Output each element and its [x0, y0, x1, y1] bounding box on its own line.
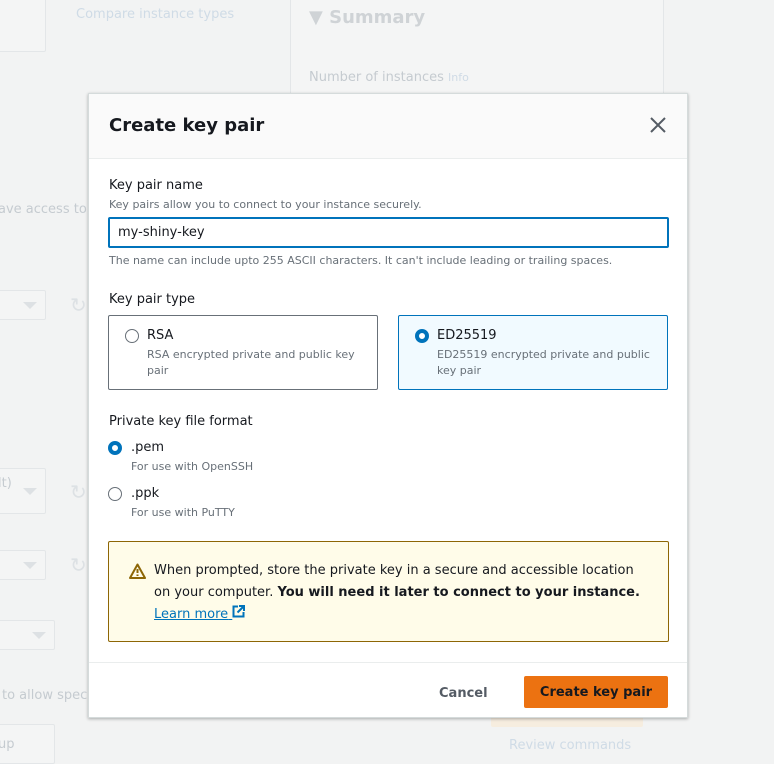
key-pair-name-label: Key pair name	[109, 178, 203, 193]
warning-text: When prompted, store the private key in …	[154, 560, 654, 626]
info-link: Info	[448, 71, 469, 84]
number-of-instances-label: Number of instances Info	[309, 70, 469, 85]
refresh-icon: ↻	[70, 553, 87, 577]
refresh-icon: ↻	[70, 480, 87, 504]
dialog-title: Create key pair	[109, 115, 265, 136]
ed25519-radio[interactable]	[415, 329, 429, 343]
warning-icon	[129, 563, 146, 579]
warning-alert: When prompted, store the private key in …	[108, 541, 669, 642]
caret-icon	[23, 562, 37, 569]
caret-icon	[32, 632, 46, 639]
key-pair-name-input[interactable]	[108, 217, 669, 248]
dialog-footer: Cancel Create key pair	[89, 662, 687, 718]
review-commands-link: Review commands	[509, 738, 632, 753]
key-type-rsa-tile[interactable]: RSA RSA encrypted private and public key…	[108, 315, 378, 390]
allow-text: to allow specifi	[2, 688, 100, 703]
ppk-label[interactable]: .ppk	[131, 486, 159, 501]
learn-more-text: Learn more	[154, 607, 229, 622]
caret-icon	[23, 302, 37, 309]
rsa-label: RSA	[147, 328, 174, 343]
summary-title-text: Summary	[329, 7, 426, 28]
pem-radio[interactable]	[108, 441, 122, 455]
compare-instance-types-link: Compare instance types	[76, 7, 235, 22]
group-fragment: up	[0, 737, 15, 752]
warning-text-bold: You will need it later to connect to you…	[277, 585, 640, 600]
key-pair-name-constraint: The name can include upto 255 ASCII char…	[109, 254, 613, 267]
key-pair-name-description: Key pairs allow you to connect to your i…	[109, 198, 422, 211]
key-type-ed25519-tile[interactable]: ED25519 ED25519 encrypted private and pu…	[398, 315, 668, 390]
pem-description: For use with OpenSSH	[131, 460, 254, 473]
dialog-header: Create key pair	[89, 94, 687, 159]
create-key-pair-dialog: Create key pair Key pair name Key pairs …	[88, 93, 688, 718]
learn-more-link[interactable]: Learn more	[154, 605, 246, 622]
summary-title: ▼ Summary	[309, 7, 426, 28]
default-fragment: lt)	[0, 476, 12, 491]
rsa-description: RSA encrypted private and public key pai…	[147, 348, 355, 377]
ppk-radio[interactable]	[108, 487, 122, 501]
close-icon[interactable]	[647, 114, 669, 136]
bg-select-4	[0, 620, 55, 650]
refresh-icon: ↻	[70, 293, 87, 317]
key-pair-type-label: Key pair type	[109, 292, 196, 307]
cancel-button[interactable]: Cancel	[439, 686, 488, 701]
private-key-format-label: Private key file format	[109, 414, 253, 429]
ed25519-description: ED25519 encrypted private and public key…	[437, 348, 650, 377]
number-of-instances-text: Number of instances	[309, 70, 444, 85]
rsa-radio[interactable]	[125, 329, 139, 343]
bg-input	[0, 0, 46, 52]
pem-label[interactable]: .pem	[131, 440, 164, 455]
ppk-description: For use with PuTTY	[131, 506, 235, 519]
access-text: ave access to t	[0, 202, 97, 217]
external-link-icon	[232, 605, 246, 618]
caret-icon	[23, 488, 37, 495]
create-key-pair-button[interactable]: Create key pair	[524, 676, 668, 708]
ed25519-label: ED25519	[437, 328, 497, 343]
